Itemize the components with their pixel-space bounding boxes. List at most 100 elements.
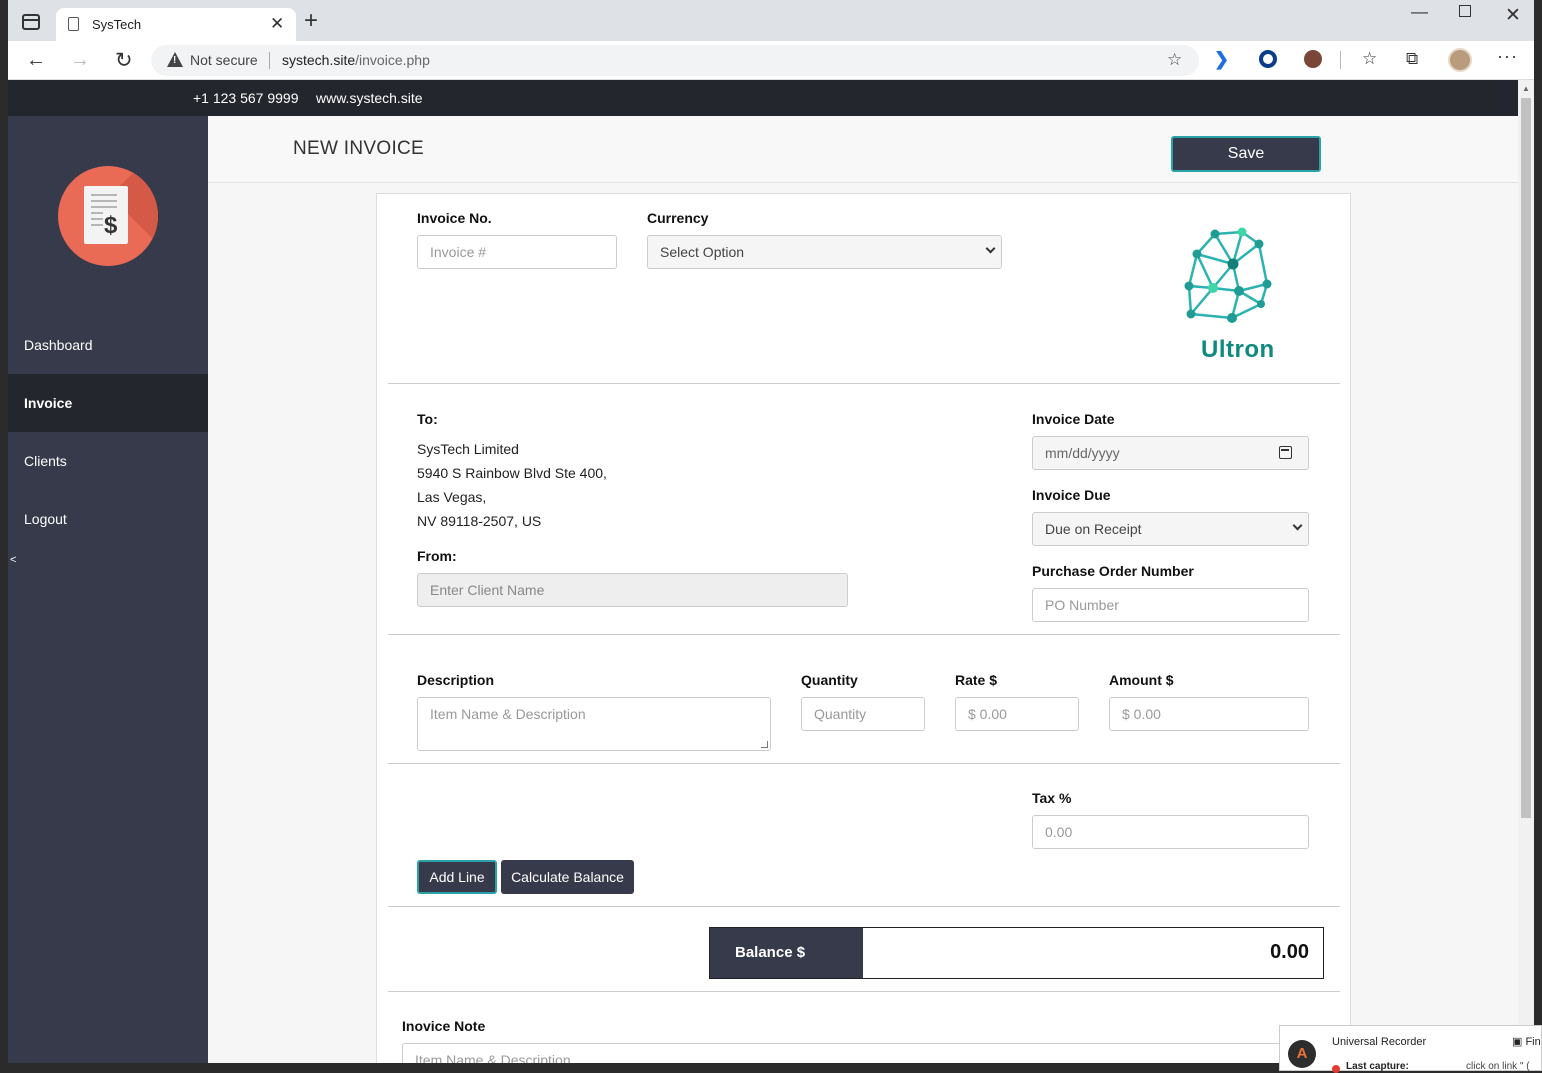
close-tab-icon[interactable]: ✕ xyxy=(270,14,284,34)
invoice-app-logo: $ xyxy=(58,166,158,266)
more-menu-icon[interactable]: ··· xyxy=(1497,46,1518,67)
universal-recorder-panel: A Universal Recorder ▣ Fin Last capture:… xyxy=(1279,1025,1542,1073)
quantity-label: Quantity xyxy=(801,672,858,688)
company-logo-text: Ultron xyxy=(1201,336,1275,363)
extension-arrow-icon[interactable]: ❯ xyxy=(1214,49,1232,69)
tab-actions-icon[interactable] xyxy=(22,14,40,30)
invoice-due-label: Invoice Due xyxy=(1032,487,1111,503)
sidebar-item-clients[interactable]: Clients xyxy=(8,432,208,490)
description-label: Description xyxy=(417,672,495,688)
add-favorite-icon[interactable]: ☆ xyxy=(1167,50,1182,70)
back-icon[interactable]: ← xyxy=(26,49,46,72)
contact-bar: +1 123 567 9999 www.systech.site xyxy=(8,80,1518,116)
invoice-form: Invoice No. Invoice # Currency Select Op… xyxy=(376,193,1351,1063)
resize-handle-icon[interactable] xyxy=(761,741,768,748)
po-number-input[interactable]: PO Number xyxy=(1032,588,1309,622)
sidebar-item-dashboard[interactable]: Dashboard xyxy=(8,316,208,374)
rate-input[interactable]: $ 0.00 xyxy=(955,697,1079,731)
url-separator xyxy=(269,52,270,69)
calendar-icon[interactable] xyxy=(1279,446,1292,459)
company-logo: Ultron xyxy=(1177,226,1287,366)
browser-tab[interactable]: SysTech ✕ xyxy=(56,8,296,41)
invoice-no-label: Invoice No. xyxy=(417,210,492,226)
section-divider xyxy=(388,383,1340,384)
from-label: From: xyxy=(417,548,457,564)
scrollbar-thumb[interactable] xyxy=(1521,98,1531,818)
last-capture-label: Last capture: xyxy=(1346,1061,1409,1072)
recorder-logo-icon: A xyxy=(1288,1040,1316,1068)
address-bar[interactable]: Not secure systech.site/invoice.php ☆ xyxy=(151,45,1199,76)
balance-value: 0.00 xyxy=(1270,941,1309,963)
po-number-label: Purchase Order Number xyxy=(1032,563,1194,579)
balance-box: Balance $ 0.00 xyxy=(709,927,1324,979)
maximize-icon[interactable] xyxy=(1459,5,1471,17)
amount-label: Amount $ xyxy=(1109,672,1174,688)
toolbar-separator xyxy=(1340,51,1341,69)
section-divider xyxy=(388,634,1340,635)
url-text[interactable]: systech.site/invoice.php xyxy=(282,52,430,68)
chevron-down-icon xyxy=(985,243,996,254)
warning-icon[interactable] xyxy=(167,52,183,67)
invoice-date-input[interactable]: mm/dd/yyyy xyxy=(1032,436,1309,470)
vertical-scrollbar[interactable]: ▲ xyxy=(1518,80,1534,1063)
section-divider xyxy=(388,906,1340,907)
currency-select[interactable]: Select Option xyxy=(647,235,1002,269)
invoice-due-select[interactable]: Due on Receipt xyxy=(1032,512,1309,546)
to-address-line: SysTech Limited xyxy=(417,441,519,457)
tax-input[interactable]: 0.00 xyxy=(1032,815,1309,849)
page-header: NEW INVOICE Save xyxy=(208,116,1518,183)
collections-icon[interactable]: ⧉ xyxy=(1406,49,1418,69)
favorites-icon[interactable]: ☆ xyxy=(1362,49,1377,69)
sidebar: $ Dashboard Invoice Clients Logout < xyxy=(8,116,208,1063)
invoice-no-input[interactable]: Invoice # xyxy=(417,235,617,269)
last-capture-value: click on link " ( xyxy=(1466,1061,1530,1072)
to-address-line: NV 89118-2507, US xyxy=(417,513,542,529)
section-divider xyxy=(388,991,1340,992)
sidebar-item-invoice[interactable]: Invoice xyxy=(8,374,208,432)
calculate-balance-button[interactable]: Calculate Balance xyxy=(501,860,634,894)
forward-icon[interactable]: → xyxy=(70,49,90,72)
amount-input[interactable]: $ 0.00 xyxy=(1109,697,1309,731)
phone-number: +1 123 567 9999 xyxy=(193,90,299,106)
tab-title: SysTech xyxy=(92,17,142,32)
recorder-find-button[interactable]: ▣ Fin xyxy=(1512,1035,1541,1048)
section-divider xyxy=(388,763,1340,764)
page-icon xyxy=(68,17,79,31)
to-address-line: Las Vegas, xyxy=(417,489,487,505)
dollar-icon: $ xyxy=(104,212,118,239)
extension-circle-icon[interactable] xyxy=(1259,50,1277,68)
receipt-icon: $ xyxy=(84,186,128,244)
collapse-sidebar-icon[interactable]: < xyxy=(10,554,16,566)
sidebar-item-logout[interactable]: Logout xyxy=(8,490,208,548)
invoice-note-label: Inovice Note xyxy=(402,1018,486,1034)
new-tab-icon[interactable]: + xyxy=(304,8,318,34)
recorder-title: Universal Recorder xyxy=(1332,1036,1427,1048)
quantity-input[interactable]: Quantity xyxy=(801,697,925,731)
record-status-icon xyxy=(1332,1065,1340,1073)
rate-label: Rate $ xyxy=(955,672,998,688)
chevron-down-icon xyxy=(1292,520,1303,531)
network-graph-icon xyxy=(1184,227,1272,323)
security-label[interactable]: Not secure xyxy=(190,52,258,68)
save-button[interactable]: Save xyxy=(1171,136,1321,172)
balance-label: Balance $ xyxy=(710,928,863,978)
scroll-up-icon[interactable]: ▲ xyxy=(1522,84,1530,93)
add-line-button[interactable]: Add Line xyxy=(417,860,497,894)
minimize-icon[interactable]: — xyxy=(1411,2,1428,22)
tab-strip: SysTech ✕ + — ✕ xyxy=(8,0,1534,41)
invoice-date-label: Invoice Date xyxy=(1032,411,1115,427)
description-textarea[interactable]: Item Name & Description xyxy=(417,697,771,751)
browser-window: SysTech ✕ + — ✕ ← → ↻ Not secure systech… xyxy=(8,0,1534,1063)
website-link[interactable]: www.systech.site xyxy=(316,90,423,106)
web-page: +1 123 567 9999 www.systech.site $ Dashb… xyxy=(8,80,1518,1063)
page-title: NEW INVOICE xyxy=(293,138,425,159)
tax-label: Tax % xyxy=(1032,790,1072,806)
to-address-line: 5940 S Rainbow Blvd Ste 400, xyxy=(417,465,607,481)
window-close-icon[interactable]: ✕ xyxy=(1505,4,1521,27)
client-name-input[interactable]: Enter Client Name xyxy=(417,573,848,607)
reload-icon[interactable]: ↻ xyxy=(115,48,133,73)
invoice-note-textarea[interactable]: Item Name & Description xyxy=(402,1043,1327,1063)
profile-avatar[interactable] xyxy=(1448,48,1472,72)
extension-a-icon[interactable] xyxy=(1304,50,1322,68)
to-label: To: xyxy=(417,411,438,427)
